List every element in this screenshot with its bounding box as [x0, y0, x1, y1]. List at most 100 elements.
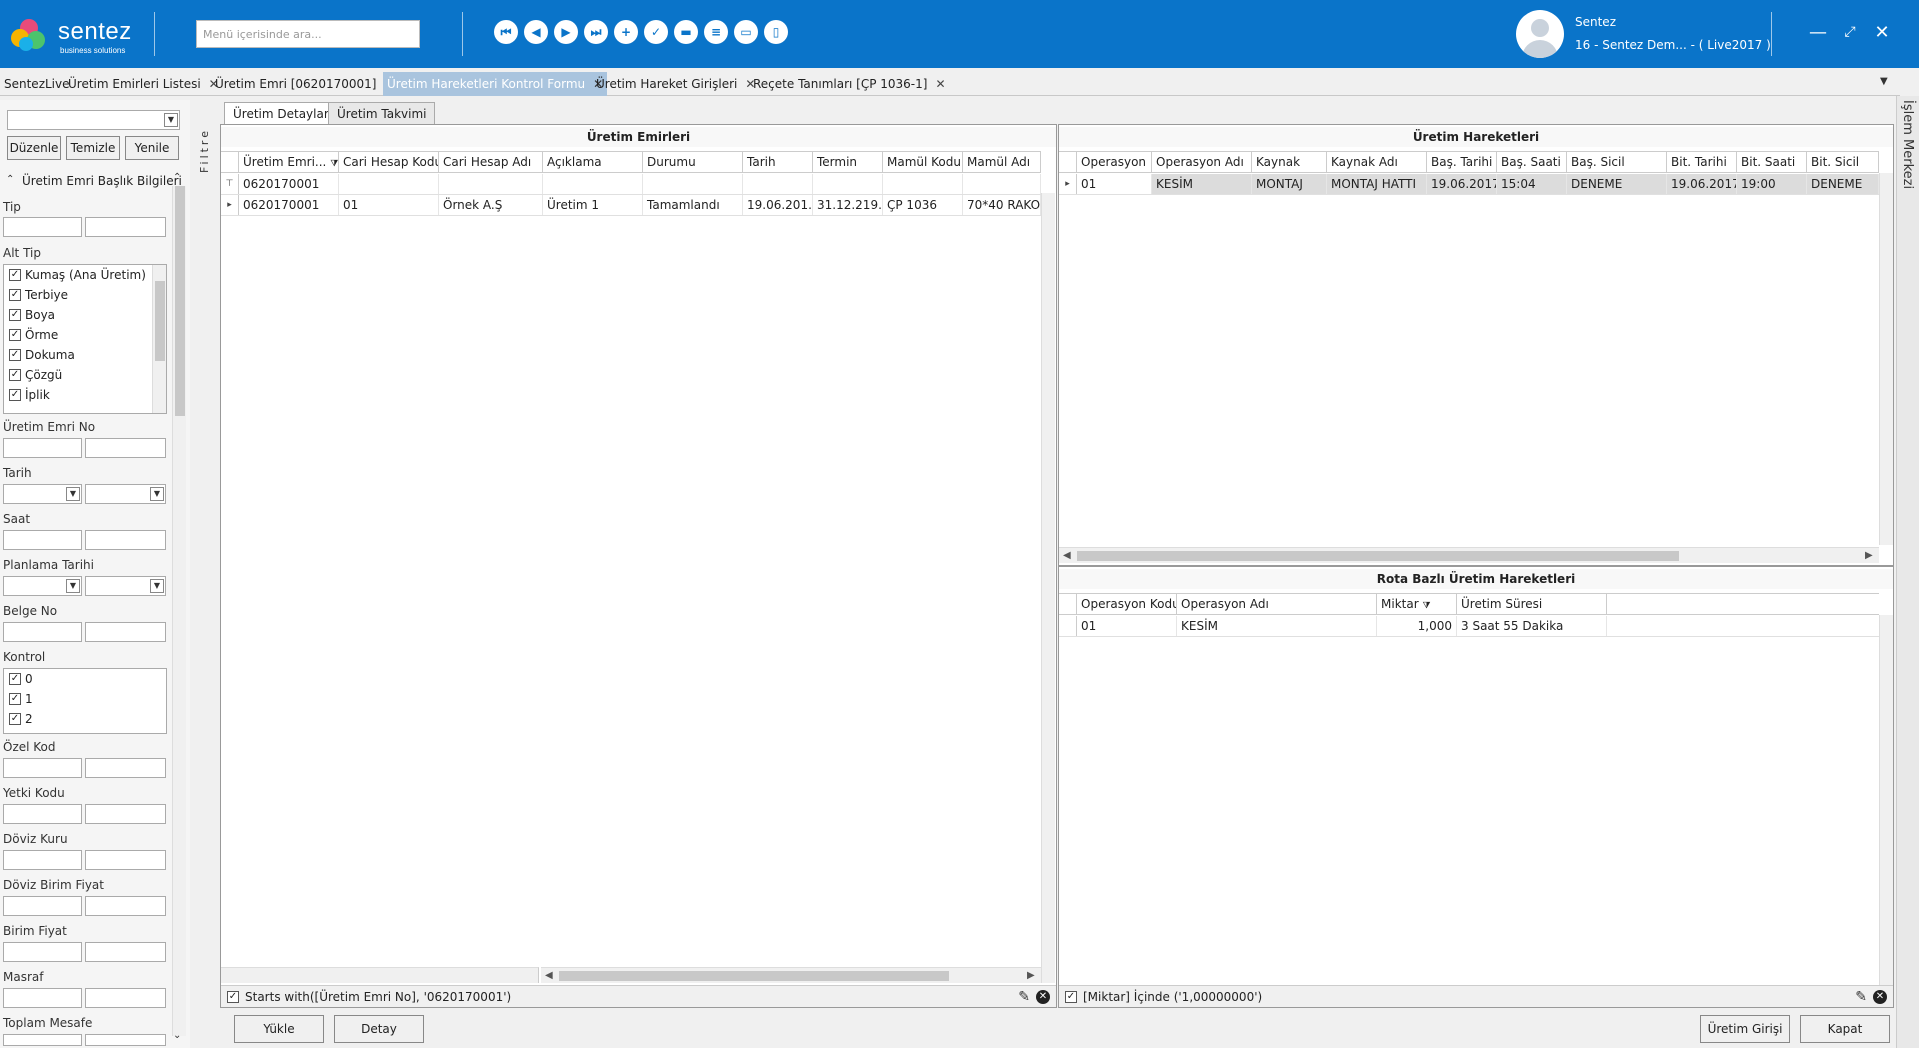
col-end-staff[interactable]: Bit. Sicil: [1807, 152, 1879, 172]
filter-cell[interactable]: [963, 174, 1041, 194]
tip-from-input[interactable]: [3, 217, 82, 237]
tab-production-details[interactable]: Üretim Detayları: [224, 102, 342, 124]
chevron-down-icon[interactable]: ▼: [66, 579, 80, 593]
filter-cell[interactable]: 0620170001: [239, 174, 339, 194]
approve-icon[interactable]: ✓: [644, 20, 668, 44]
last-record-icon[interactable]: ⏭: [584, 20, 608, 44]
window-icon[interactable]: ▭: [734, 20, 758, 44]
delete-icon[interactable]: ▬: [674, 20, 698, 44]
auth-code-to-input[interactable]: [85, 804, 166, 824]
alt-tip-item[interactable]: ✓ Örme: [4, 325, 166, 345]
close-icon[interactable]: ✕: [1870, 20, 1894, 44]
auth-code-from-input[interactable]: [3, 804, 82, 824]
previous-record-icon[interactable]: ◀: [524, 20, 548, 44]
alt-tip-scrollbar[interactable]: [152, 265, 166, 413]
avatar[interactable]: [1516, 10, 1564, 58]
col-start-date[interactable]: Baş. Tarihi: [1427, 152, 1497, 172]
refresh-button[interactable]: Yenile: [125, 136, 179, 160]
col-resource-name[interactable]: Kaynak Adı: [1327, 152, 1427, 172]
scroll-up-icon[interactable]: ⌃: [173, 172, 181, 183]
movements-horizontal-scrollbar[interactable]: ◀ ▶: [1059, 547, 1879, 563]
close-button[interactable]: Kapat: [1800, 1015, 1890, 1043]
filter-template-select[interactable]: ▼: [7, 110, 180, 130]
col-product-code[interactable]: Mamül Kodu: [883, 152, 963, 172]
tip-to-input[interactable]: [85, 217, 166, 237]
action-center-label[interactable]: İşlem Merkezi: [1900, 100, 1915, 189]
table-row[interactable]: ▸ 0620170001 01 Örnek A.Ş Üretim 1 Tamam…: [221, 195, 1041, 216]
tab-production-orders-list[interactable]: Üretim Emirleri Listesi ✕: [64, 72, 223, 96]
filter-cell[interactable]: [543, 174, 643, 194]
special-code-to-input[interactable]: [85, 758, 166, 778]
fx-unit-price-from-input[interactable]: [3, 896, 82, 916]
cost-from-input[interactable]: [3, 988, 82, 1008]
col-date[interactable]: Tarih: [743, 152, 813, 172]
filter-cell[interactable]: [813, 174, 883, 194]
user-company[interactable]: 16 - Sentez Dem... - ( Live2017 ): [1575, 38, 1771, 52]
filter-cell[interactable]: [339, 174, 439, 194]
col-operation-name[interactable]: Operasyon Adı: [1152, 152, 1252, 172]
plan-date-to-picker[interactable]: ▼: [85, 576, 166, 596]
filter-funnel-icon[interactable]: ⧩: [330, 159, 338, 169]
chevron-down-icon[interactable]: ▼: [150, 487, 164, 501]
filter-cell[interactable]: [643, 174, 743, 194]
tab-production-movements-control[interactable]: Üretim Hareketleri Kontrol Formu ✕: [383, 72, 608, 96]
orders-horizontal-scrollbar[interactable]: ◀ ▶: [541, 967, 1041, 983]
checkbox-checked-icon[interactable]: ✓: [1065, 990, 1077, 1003]
alt-tip-item[interactable]: ✓ Çözgü: [4, 365, 166, 385]
doc-no-to-input[interactable]: [85, 622, 166, 642]
checkbox-checked-icon[interactable]: ✓: [9, 369, 21, 381]
time-to-input[interactable]: [85, 530, 166, 550]
clear-filter-icon[interactable]: ✕: [1873, 989, 1887, 1004]
alt-tip-item[interactable]: ✓ Terbiye: [4, 285, 166, 305]
scroll-left-icon[interactable]: ◀: [1063, 550, 1071, 561]
filter-panel-toggle[interactable]: Filtre: [198, 128, 211, 173]
clear-filter-icon[interactable]: ✕: [1036, 989, 1050, 1004]
collapse-group-icon[interactable]: ⌃: [6, 174, 14, 185]
time-from-input[interactable]: [3, 530, 82, 550]
unit-price-to-input[interactable]: [85, 942, 166, 962]
chevron-down-icon[interactable]: ▼: [66, 487, 80, 501]
edit-filter-icon[interactable]: ✎: [1855, 989, 1867, 1005]
checkbox-checked-icon[interactable]: ✓: [9, 349, 21, 361]
trash-icon[interactable]: ▯: [764, 20, 788, 44]
production-entry-button[interactable]: Üretim Girişi: [1700, 1015, 1790, 1043]
date-to-picker[interactable]: ▼: [85, 484, 166, 504]
close-tab-icon[interactable]: ✕: [935, 77, 945, 91]
col-production-duration[interactable]: Üretim Süresi: [1457, 594, 1607, 614]
table-row[interactable]: 01 KESİM 1,000 3 Saat 55 Dakika: [1059, 616, 1879, 637]
alt-tip-item[interactable]: ✓ Boya: [4, 305, 166, 325]
col-status[interactable]: Durumu: [643, 152, 743, 172]
detail-button[interactable]: Detay: [334, 1015, 424, 1043]
chevron-down-icon[interactable]: ▼: [164, 113, 178, 127]
first-record-icon[interactable]: ⏮: [494, 20, 518, 44]
tab-production-movement-entries[interactable]: Üretim Hareket Girişleri ✕: [592, 72, 759, 96]
cost-to-input[interactable]: [85, 988, 166, 1008]
col-account-code[interactable]: Cari Hesap Kodu: [339, 152, 439, 172]
control-item[interactable]: ✓ 2: [4, 709, 166, 729]
col-operation-code[interactable]: Operasyon Kodu: [1077, 594, 1177, 614]
fx-unit-price-to-input[interactable]: [85, 896, 166, 916]
col-operation[interactable]: Operasyon: [1077, 152, 1152, 172]
checkbox-checked-icon[interactable]: ✓: [9, 389, 21, 401]
filter-funnel-icon[interactable]: ⧩: [1422, 601, 1430, 611]
plan-date-from-picker[interactable]: ▼: [3, 576, 82, 596]
load-button[interactable]: Yükle: [234, 1015, 324, 1043]
restore-icon[interactable]: ⤢: [1838, 20, 1862, 44]
orders-vertical-scrollbar[interactable]: [1041, 193, 1055, 983]
tab-production-order[interactable]: Üretim Emri [0620170001]✕: [211, 72, 399, 96]
next-record-icon[interactable]: ▶: [554, 20, 578, 44]
total-distance-from-input[interactable]: [3, 1034, 82, 1046]
order-no-from-input[interactable]: [3, 438, 82, 458]
scroll-right-icon[interactable]: ▶: [1027, 970, 1035, 981]
tab-sentezlive[interactable]: SentezLive: [0, 72, 74, 96]
tab-list-dropdown-icon[interactable]: ▼: [1880, 76, 1888, 87]
tab-recipe-definitions[interactable]: Reçete Tanımları [ÇP 1036-1] ✕: [749, 72, 950, 96]
order-no-to-input[interactable]: [85, 438, 166, 458]
doc-no-from-input[interactable]: [3, 622, 82, 642]
col-order-no[interactable]: Üretim Emri... ⧩: [239, 152, 339, 172]
col-end-date[interactable]: Bit. Tarihi: [1667, 152, 1737, 172]
checkbox-checked-icon[interactable]: ✓: [227, 990, 239, 1003]
edit-filter-button[interactable]: Düzenle: [7, 136, 61, 160]
movements-vertical-scrollbar[interactable]: [1879, 173, 1893, 545]
checkbox-checked-icon[interactable]: ✓: [9, 713, 21, 725]
